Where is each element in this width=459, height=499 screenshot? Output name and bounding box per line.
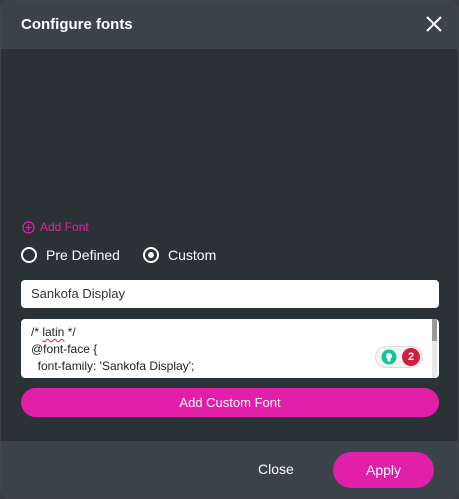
close-icon[interactable] xyxy=(424,14,444,34)
plus-circle-icon xyxy=(22,220,35,234)
dialog-header: Configure fonts xyxy=(1,1,458,49)
grammar-count-badge: 2 xyxy=(402,348,420,366)
radio-predefined[interactable]: Pre Defined xyxy=(21,247,120,263)
radio-predefined-circle[interactable] xyxy=(21,247,37,263)
code-line: /* latin */ xyxy=(31,324,429,341)
code-scrollbar-thumb[interactable] xyxy=(432,319,437,341)
code-line: @font-face { xyxy=(31,342,98,356)
apply-button[interactable]: Apply xyxy=(333,452,434,488)
add-font-label: Add Font xyxy=(40,220,89,234)
code-line: font-family: 'Sankofa Display'; xyxy=(31,359,195,373)
grammar-widget[interactable]: 2 xyxy=(375,346,423,368)
dialog-title: Configure fonts xyxy=(21,16,133,33)
spellcheck-word: latin xyxy=(42,325,65,339)
font-name-input[interactable]: Sankofa Display xyxy=(21,280,439,308)
code-line-text: /* latin */ xyxy=(31,325,76,339)
radio-custom[interactable]: Custom xyxy=(143,247,216,263)
configure-fonts-dialog: Configure fonts Add Font Pre Defined Cus… xyxy=(0,0,459,499)
radio-custom-label: Custom xyxy=(168,247,217,263)
add-font-link[interactable]: Add Font xyxy=(22,220,89,234)
css-code-textarea[interactable]: /* latin */ @font-face { font-family: 'S… xyxy=(21,319,439,378)
radio-custom-circle[interactable] xyxy=(143,247,159,263)
lightbulb-icon xyxy=(381,349,397,365)
radio-predefined-label: Pre Defined xyxy=(46,247,120,263)
close-button[interactable]: Close xyxy=(258,461,294,477)
add-custom-font-button[interactable]: Add Custom Font xyxy=(21,388,439,417)
